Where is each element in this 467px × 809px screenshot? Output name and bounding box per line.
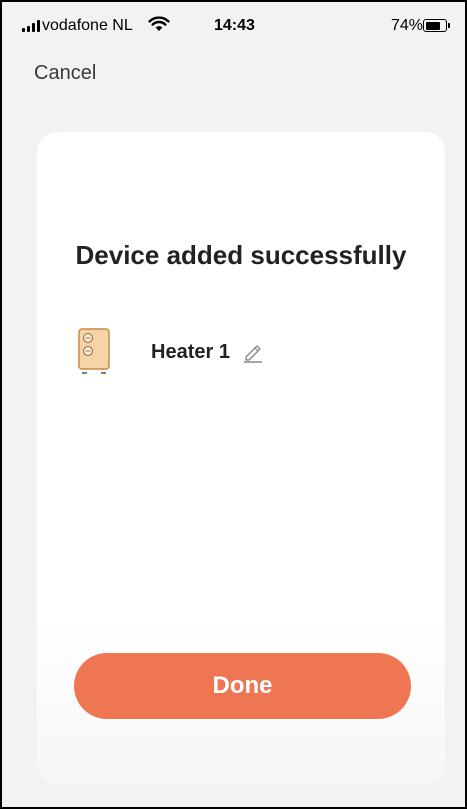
battery-percent: 74% xyxy=(391,17,424,34)
battery-icon xyxy=(423,19,447,32)
cancel-button[interactable]: Cancel xyxy=(34,62,96,85)
page-title: Device added successfully xyxy=(75,240,407,270)
done-button[interactable]: Done xyxy=(74,653,411,719)
device-row: Heater 1 xyxy=(77,326,264,378)
device-name: Heater 1 xyxy=(151,340,230,363)
result-card: Device added successfully Heater 1 Done xyxy=(37,132,445,784)
wifi-icon xyxy=(148,16,170,31)
battery-cap xyxy=(448,23,450,28)
status-bar: vodafone NL 14:43 74% xyxy=(2,2,465,42)
battery-fill xyxy=(425,21,440,30)
pencil-icon[interactable] xyxy=(242,341,264,363)
carrier-name: vodafone NL xyxy=(42,17,133,34)
phone-screen: vodafone NL 14:43 74% Cancel Device adde… xyxy=(0,0,467,809)
signal-icon xyxy=(22,20,40,32)
heater-icon xyxy=(78,328,110,374)
clock: 14:43 xyxy=(214,17,255,34)
